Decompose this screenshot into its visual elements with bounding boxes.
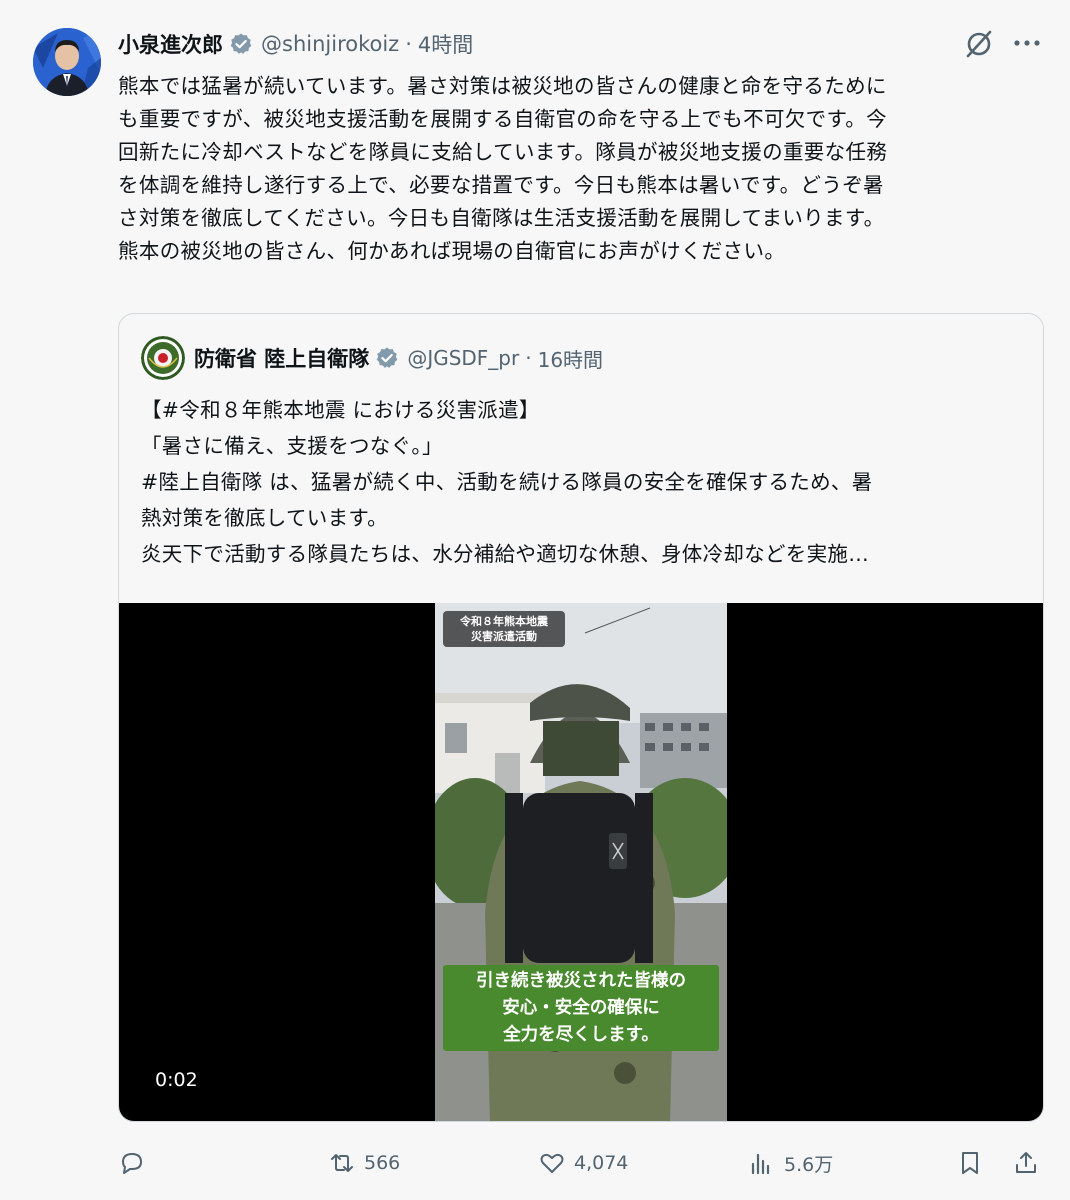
post-body-line: も重要ですが、被災地支援活動を展開する自衛官の命を守る上でも不可欠です。今: [118, 107, 887, 131]
reply-button[interactable]: [118, 1145, 154, 1181]
post-body-line: さ対策を徹底してください。今日も自衛隊は生活支援活動を展開してまいります。: [118, 206, 885, 230]
video-label-line: 令和８年熊本地震: [460, 615, 548, 628]
like-button[interactable]: 4,074: [538, 1145, 628, 1181]
post-header: 小泉進次郎 @shinjirokoiz · 4時間: [118, 28, 473, 60]
video-frame[interactable]: 令和８年熊本地震 災害派遣活動 引き続き被災された皆様の 安心・安全の確保に 全…: [435, 603, 727, 1121]
quoted-author-avatar[interactable]: [141, 336, 185, 380]
verified-badge-icon: [377, 347, 398, 368]
video-caption-line: 全力を尽くします。: [503, 1025, 659, 1045]
video-player[interactable]: 令和８年熊本地震 災害派遣活動 引き続き被災された皆様の 安心・安全の確保に 全…: [119, 603, 1043, 1121]
author-avatar[interactable]: [33, 28, 101, 96]
views-icon: [751, 1153, 770, 1175]
separator-dot: ·: [405, 32, 412, 56]
post-body-line: 熊本の被災地の皆さん、何かあれば現場の自衛官にお声がけください。: [118, 239, 786, 263]
quoted-body-line: 【#令和８年熊本地震 における災害派遣】: [141, 398, 540, 422]
repost-count: 566: [364, 1152, 401, 1174]
post-time[interactable]: 4時間: [418, 29, 473, 59]
quoted-body-line: 熱対策を徹底しています。: [141, 506, 388, 530]
quoted-post-body: 【#令和８年熊本地震 における災害派遣】 「暑さに備え、支援をつなぐ。」 #陸上…: [141, 392, 1021, 572]
quoted-post-time[interactable]: 16時間: [538, 344, 603, 373]
views-button[interactable]: 5.6万: [748, 1145, 833, 1181]
more-options-icon[interactable]: [1012, 36, 1042, 50]
reply-icon: [122, 1153, 142, 1174]
share-icon: [1016, 1152, 1036, 1173]
post-body-line: を体調を維持し遂行する上で、必要な措置です。今日も熊本は暑いです。どうぞ暑: [118, 173, 884, 197]
quoted-author-name[interactable]: 防衛省 陸上自衛隊: [194, 343, 369, 373]
quoted-body-line: 「暑さに備え、支援をつなぐ。」: [141, 434, 443, 458]
grok-icon[interactable]: [962, 29, 996, 59]
repost-icon: [331, 1154, 353, 1172]
video-caption-line: 安心・安全の確保に: [502, 998, 660, 1018]
post: 小泉進次郎 @shinjirokoiz · 4時間 熊本では猛暑が続いています。…: [0, 0, 1070, 1200]
post-body-line: 熊本では猛暑が続いています。暑さ対策は被災地の皆さんの健康と命を守るために: [118, 74, 887, 98]
bookmark-icon: [962, 1152, 978, 1174]
action-bar: 566 4,074 5.6万: [118, 1145, 1048, 1181]
post-body: 熊本では猛暑が続いています。暑さ対策は被災地の皆さんの健康と命を守るために も重…: [118, 70, 1043, 268]
video-label-top: 令和８年熊本地震 災害派遣活動: [443, 611, 565, 647]
share-button[interactable]: [1012, 1145, 1048, 1181]
author-handle[interactable]: @shinjirokoiz: [261, 32, 399, 56]
video-timestamp: 0:02: [155, 1069, 198, 1091]
post-body-line: 回新たに冷却ベストなどを隊員に支給しています。隊員が被災地支援の重要な任務: [118, 140, 888, 164]
verified-badge-icon: [230, 33, 252, 54]
quoted-body-line: 炎天下で活動する隊員たちは、水分補給や適切な休憩、身体冷却などを実施…: [141, 542, 869, 566]
separator-dot: ·: [525, 346, 532, 370]
video-caption: 引き続き被災された皆様の 安心・安全の確保に 全力を尽くします。: [443, 965, 719, 1051]
bookmark-button[interactable]: [956, 1145, 992, 1181]
quoted-post[interactable]: 防衛省 陸上自衛隊 @JGSDF_pr · 16時間 【#令和８年熊本地震 にお…: [118, 313, 1044, 1122]
author-name[interactable]: 小泉進次郎: [118, 29, 223, 59]
quoted-body-line: #陸上自衛隊 は、猛暑が続く中、活動を続ける隊員の安全を確保するため、暑: [141, 470, 873, 494]
video-label-line: 災害派遣活動: [471, 630, 537, 643]
quoted-post-header: 防衛省 陸上自衛隊 @JGSDF_pr · 16時間: [141, 336, 603, 380]
video-caption-line: 引き続き被災された皆様の: [476, 971, 686, 991]
repost-button[interactable]: 566: [328, 1145, 400, 1181]
quoted-author-handle[interactable]: @JGSDF_pr: [407, 346, 519, 370]
views-count: 5.6万: [784, 1153, 834, 1176]
like-count: 4,074: [574, 1152, 629, 1174]
heart-icon: [540, 1153, 564, 1173]
